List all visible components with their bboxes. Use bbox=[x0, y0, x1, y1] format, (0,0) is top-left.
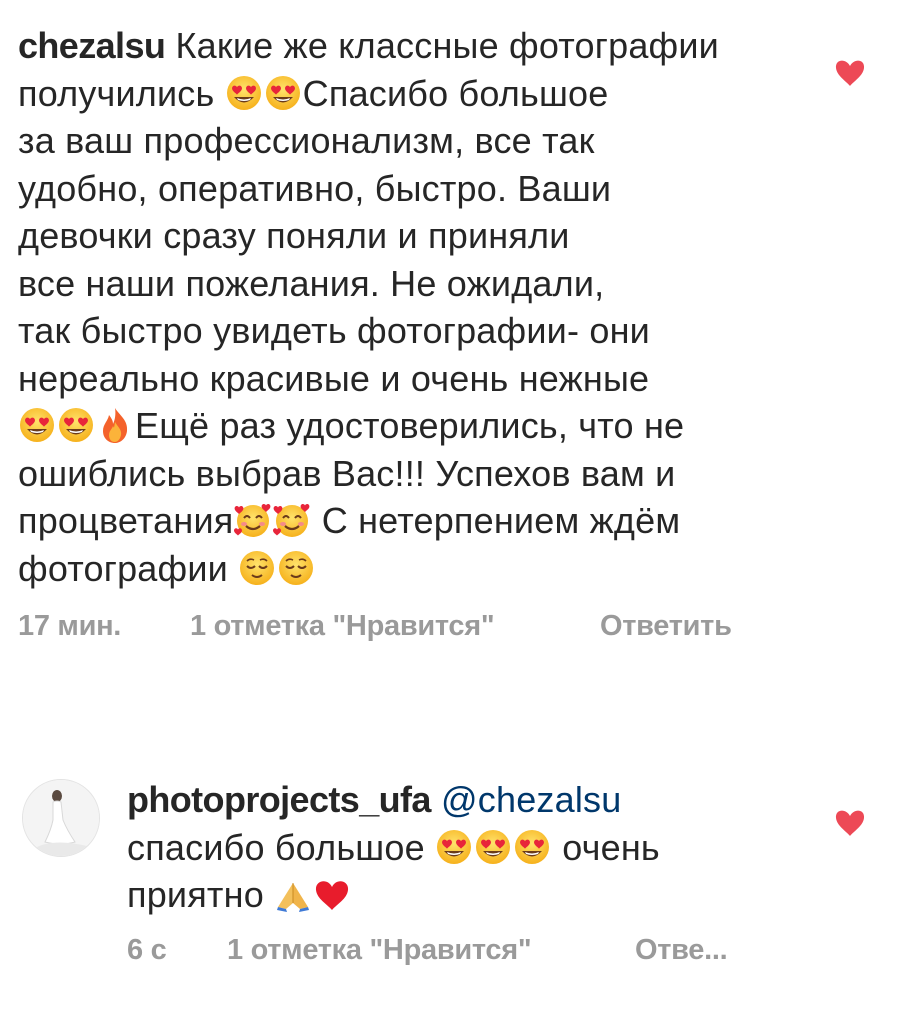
smiling-face-with-hearts-emoji bbox=[234, 501, 272, 539]
comment-line: за ваш профессионализм, все так bbox=[18, 120, 595, 161]
likes-count-link[interactable]: 1 отметка "Нравится" bbox=[227, 934, 532, 967]
heart-eyes-emoji bbox=[513, 828, 551, 866]
heart-eyes-emoji bbox=[57, 406, 95, 444]
comment-username[interactable]: chezalsu bbox=[18, 25, 166, 66]
comment-line: Какие же классные фотографии bbox=[175, 25, 719, 66]
comment-text: chezalsu Какие же классные фотографии по… bbox=[18, 22, 808, 592]
comment-time: 6 с bbox=[127, 934, 167, 966]
comment-line: фотографии bbox=[18, 547, 239, 589]
comment-line: нереально красивые и очень нежные bbox=[18, 357, 650, 399]
smiling-face-with-hearts-emoji bbox=[273, 501, 311, 539]
heart-eyes-emoji bbox=[474, 828, 512, 866]
comment-line: С нетерпением ждём bbox=[311, 500, 681, 541]
mention-link[interactable]: @chezalsu bbox=[441, 779, 621, 820]
avatar[interactable] bbox=[22, 779, 100, 857]
relieved-face-emoji bbox=[277, 549, 315, 587]
heart-eyes-emoji bbox=[435, 828, 473, 866]
comment-line: все наши пожелания. Не ожидали, bbox=[18, 262, 605, 304]
comment-line: Ещё раз удостоверились, что не bbox=[135, 405, 685, 446]
like-heart-icon[interactable] bbox=[834, 808, 866, 838]
heart-eyes-emoji bbox=[18, 406, 56, 444]
reply-button[interactable]: Ответить bbox=[600, 610, 732, 643]
comment-time: 17 мин. bbox=[18, 610, 122, 642]
red-heart-emoji bbox=[313, 875, 351, 913]
heart-eyes-emoji bbox=[264, 74, 302, 112]
folded-hands-emoji bbox=[274, 875, 312, 913]
likes-count-link[interactable]: 1 отметка "Нравится" bbox=[190, 610, 495, 643]
comment-line: Спасибо большое bbox=[302, 72, 609, 114]
comment-line: ошиблись выбрав Вас!!! Успехов вам и bbox=[18, 452, 676, 494]
heart-eyes-emoji bbox=[225, 74, 263, 112]
relieved-face-emoji bbox=[238, 549, 276, 587]
comment-line: спасибо большое bbox=[127, 826, 436, 868]
comment-line: удобно, оперативно, быстро. Ваши bbox=[18, 167, 612, 209]
comment-text: photoprojects_ufa @chezalsu спасибо боль… bbox=[127, 776, 817, 919]
comment-line: так быстро увидеть фотографии- они bbox=[18, 310, 650, 351]
reply-button[interactable]: Отве... bbox=[635, 934, 728, 967]
comment-username[interactable]: photoprojects_ufa bbox=[127, 779, 431, 820]
comment-line: приятно bbox=[127, 874, 275, 915]
fire-emoji bbox=[96, 406, 134, 444]
comment-line: девочки сразу поняли и приняли bbox=[18, 215, 570, 256]
comment-line: процветания bbox=[18, 500, 234, 541]
like-heart-icon[interactable] bbox=[834, 58, 866, 88]
comment-line: очень bbox=[552, 826, 660, 868]
comment-line: получились bbox=[18, 72, 225, 114]
